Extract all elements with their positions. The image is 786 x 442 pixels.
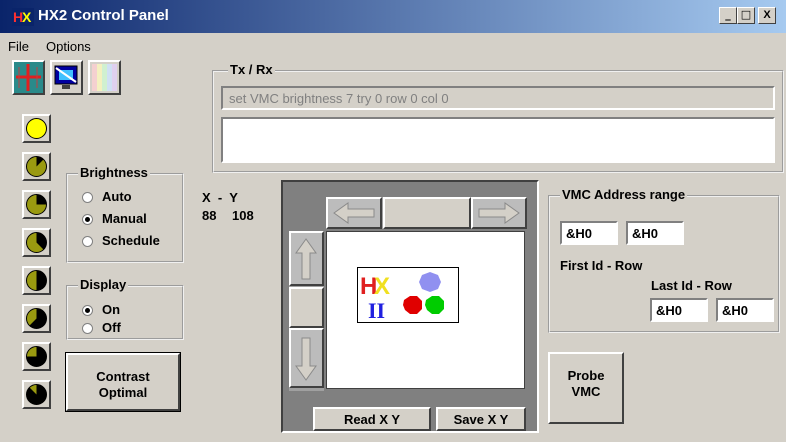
menu-options[interactable]: Options bbox=[46, 39, 91, 54]
hx2-logo-icon: H X II bbox=[360, 272, 444, 323]
brightness-level-2-button[interactable] bbox=[22, 190, 51, 219]
menu-bar: File Options bbox=[0, 34, 786, 56]
arrow-down-icon bbox=[295, 337, 317, 381]
vmc-address-legend: VMC Address range bbox=[560, 187, 688, 202]
scroll-left-button[interactable] bbox=[326, 197, 382, 229]
contrast-button[interactable]: Contrast Optimal bbox=[65, 352, 181, 412]
read-xy-button[interactable]: Read X Y bbox=[313, 407, 431, 431]
brightness-level-icon bbox=[26, 156, 47, 177]
last-row-id-field[interactable]: &H0 bbox=[650, 298, 708, 322]
monitor-button[interactable] bbox=[50, 60, 83, 95]
scroll-right-button[interactable] bbox=[471, 197, 527, 229]
save-xy-button[interactable]: Save X Y bbox=[436, 407, 526, 431]
position-frame[interactable]: H X II bbox=[357, 267, 459, 323]
last-id-row-label: Last Id - Row bbox=[651, 278, 732, 293]
last-col-field[interactable]: &H0 bbox=[716, 298, 774, 322]
display-legend: Display bbox=[78, 277, 129, 292]
brightness-level-6-button[interactable] bbox=[22, 342, 51, 371]
color-bars-button[interactable] bbox=[88, 60, 121, 95]
monitor-icon bbox=[54, 65, 78, 89]
svg-text:II: II bbox=[368, 298, 385, 322]
maximize-button[interactable]: □ bbox=[737, 7, 755, 24]
arrow-left-icon bbox=[333, 202, 375, 224]
radio-schedule-label: Schedule bbox=[102, 233, 160, 248]
svg-text:X: X bbox=[22, 9, 32, 25]
scroll-down-button[interactable] bbox=[289, 328, 324, 388]
contrast-label-1: Contrast bbox=[96, 369, 150, 384]
save-xy-label: Save X Y bbox=[453, 412, 509, 427]
probe-vmc-button[interactable]: Probe VMC bbox=[548, 352, 624, 424]
radio-auto-label: Auto bbox=[102, 189, 132, 204]
radio-auto-indicator[interactable] bbox=[82, 192, 93, 203]
brightness-level-icon bbox=[26, 308, 47, 329]
radio-off-indicator[interactable] bbox=[82, 323, 93, 334]
x-value: 88 bbox=[202, 208, 217, 223]
brightness-level-3-button[interactable] bbox=[22, 228, 51, 257]
brightness-level-icon bbox=[26, 384, 47, 405]
app-logo-icon: H X bbox=[12, 8, 34, 26]
brightness-legend: Brightness bbox=[78, 165, 150, 180]
menu-file[interactable]: File bbox=[8, 39, 29, 54]
crosshair-grid-icon bbox=[14, 62, 43, 93]
first-id-row-label: First Id - Row bbox=[560, 258, 643, 273]
vertical-thumb[interactable] bbox=[289, 287, 324, 328]
minimize-button[interactable]: _ bbox=[719, 7, 737, 24]
brightness-level-icon bbox=[26, 346, 47, 367]
brightness-level-0-button[interactable] bbox=[22, 114, 51, 143]
scroll-up-button[interactable] bbox=[289, 231, 324, 286]
first-row-id-field[interactable]: &H0 bbox=[560, 221, 618, 245]
probe-label-1: Probe bbox=[567, 368, 605, 383]
brightness-level-icon bbox=[26, 118, 47, 139]
arrow-up-icon bbox=[295, 238, 317, 280]
contrast-label-2: Optimal bbox=[98, 385, 148, 400]
brightness-level-1-button[interactable] bbox=[22, 152, 51, 181]
main-window: H X HX2 Control Panel _ □ X File Options bbox=[0, 0, 786, 442]
radio-manual-label: Manual bbox=[102, 211, 147, 226]
txrx-legend: Tx / Rx bbox=[228, 62, 275, 77]
radio-off-label: Off bbox=[102, 320, 121, 335]
arrow-right-icon bbox=[478, 202, 520, 224]
svg-text:X: X bbox=[374, 273, 390, 300]
horizontal-thumb[interactable] bbox=[383, 197, 471, 229]
probe-label-2: VMC bbox=[571, 384, 601, 399]
radio-on-label: On bbox=[102, 302, 121, 317]
y-value: 108 bbox=[232, 208, 254, 223]
rx-field[interactable] bbox=[221, 117, 775, 163]
tx-field[interactable]: set VMC brightness 7 try 0 row 0 col 0 bbox=[221, 86, 775, 110]
brightness-level-icon bbox=[26, 270, 47, 291]
brightness-level-icon bbox=[26, 194, 47, 215]
radio-schedule-indicator[interactable] bbox=[82, 236, 93, 247]
close-button[interactable]: X bbox=[758, 7, 776, 24]
read-xy-label: Read X Y bbox=[343, 412, 401, 427]
brightness-level-7-button[interactable] bbox=[22, 380, 51, 409]
crosshair-grid-button[interactable] bbox=[12, 60, 45, 95]
radio-manual-indicator[interactable] bbox=[82, 214, 93, 225]
brightness-level-icon bbox=[26, 232, 47, 253]
window-title: HX2 Control Panel bbox=[38, 7, 169, 24]
first-col-field[interactable]: &H0 bbox=[626, 221, 684, 245]
brightness-level-4-button[interactable] bbox=[22, 266, 51, 295]
brightness-level-5-button[interactable] bbox=[22, 304, 51, 333]
color-bars-icon bbox=[92, 64, 117, 91]
xy-header: X - Y bbox=[202, 190, 238, 205]
title-bar[interactable]: H X HX2 Control Panel _ □ X bbox=[0, 0, 786, 33]
radio-on-indicator[interactable] bbox=[82, 305, 93, 316]
